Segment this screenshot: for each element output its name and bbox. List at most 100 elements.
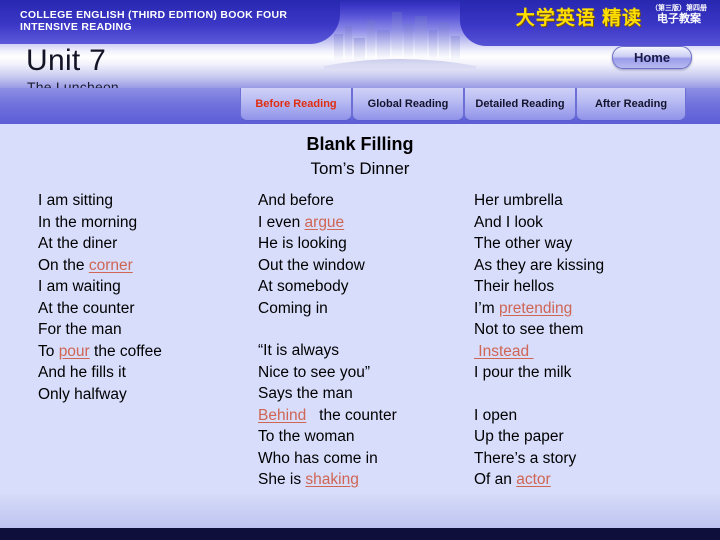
filled-blank: pretending <box>498 299 573 317</box>
poem-text: Of an <box>474 471 517 488</box>
home-button[interactable]: Home <box>612 46 692 69</box>
poem-text: For the man <box>38 321 122 338</box>
chinese-series-title: 大学英语 精读 <box>515 8 642 29</box>
filled-blank: Instead <box>474 342 534 360</box>
tab-detailed-reading[interactable]: Detailed Reading <box>464 88 576 121</box>
poem-text: And he fills it <box>38 364 126 381</box>
poem-line: At somebody <box>258 276 397 298</box>
poem-text: In the morning <box>38 213 138 231</box>
poem-text: Up the paper <box>474 428 564 445</box>
course-title-line2: INTENSIVE READING <box>20 21 132 33</box>
poem-text: At somebody <box>258 278 349 295</box>
poem-line: She is shaking <box>258 469 397 491</box>
poem-line: Out the window <box>258 255 397 277</box>
poem-text: I even <box>258 213 305 231</box>
poem-line: I pour the milk <box>474 362 604 384</box>
poem-line: There’s a story <box>474 448 604 470</box>
poem-line: He is looking <box>258 233 397 255</box>
poem-text: Her umbrella <box>474 192 563 209</box>
poem-line: Nice to see you” <box>258 362 397 384</box>
poem-text: I open <box>474 406 518 424</box>
poem-text <box>133 257 137 274</box>
slide: COLLEGE ENGLISH (THIRD EDITION) BOOK FOU… <box>0 0 720 540</box>
poem-line: Behind the counter <box>258 405 397 427</box>
poem-column-2: And before I even argue He is looking Out … <box>258 190 397 491</box>
stanza-gap <box>258 319 397 340</box>
poem-line: As they are kissing <box>474 255 604 277</box>
poem-text: I’m <box>474 299 499 317</box>
navigation-tabs: Before Reading Global Reading Detailed Rea… <box>0 88 720 124</box>
filled-blank: shaking <box>305 471 359 488</box>
chinese-etext-label: 电子教案 <box>657 13 701 25</box>
footer-bar <box>0 528 720 540</box>
poem-line: I even argue <box>258 212 397 234</box>
poem-line: To pour the coffee <box>38 341 162 363</box>
poem-text: On the <box>38 256 89 274</box>
content-area: Blank Filling Tom’s Dinner I am sitting I… <box>0 124 720 508</box>
poem-text <box>551 471 555 488</box>
poem-line: “It is always <box>258 340 397 362</box>
poem-text: Out the window <box>258 256 365 274</box>
poem-text: Says the man <box>258 385 353 402</box>
poem-line: I am sitting <box>38 190 162 212</box>
poem-column-1: I am sitting In the morning At the diner On… <box>38 190 162 405</box>
poem-text: To the woman <box>258 428 355 445</box>
poem-text: Their hellos <box>474 278 555 295</box>
tab-after-reading[interactable]: After Reading <box>576 88 686 121</box>
poem-text: I am waiting <box>38 278 121 295</box>
poem-line: Of an actor <box>474 469 604 491</box>
course-title-line1: COLLEGE ENGLISH (THIRD EDITION) BOOK FOU… <box>20 9 288 21</box>
chinese-series-subtitle: （第三版）第四册 电子教案 <box>644 4 714 25</box>
poem-line: Their hellos <box>474 276 604 298</box>
poem-text: the counter <box>306 406 397 424</box>
poem-column-3: Her umbrella And I look The other way As th… <box>474 190 604 491</box>
poem-line: And I look <box>474 212 604 234</box>
poem-line: For the man <box>38 319 162 341</box>
poem-text: At the counter <box>38 299 135 317</box>
poem-line: Her umbrella <box>474 190 604 212</box>
filled-blank: corner <box>88 256 133 274</box>
poem-line: Only halfway <box>38 384 162 406</box>
page-subtitle: Tom’s Dinner <box>310 159 410 178</box>
poem-text: The other way <box>474 235 573 252</box>
city-skyline-image <box>324 12 476 72</box>
poem-text: She is <box>258 471 306 488</box>
poem-text: Coming in <box>258 299 328 317</box>
poem-line: To the woman <box>258 426 397 448</box>
poem-text: Nice to see you” <box>258 363 370 381</box>
poem-text: And before <box>258 192 334 209</box>
poem-line: At the diner <box>38 233 162 255</box>
poem-text: Who has come in <box>258 449 378 467</box>
header: COLLEGE ENGLISH (THIRD EDITION) BOOK FOU… <box>0 0 720 92</box>
poem-text: I pour the milk <box>474 364 572 381</box>
poem-line: In the morning <box>38 212 162 234</box>
poem-line: The other way <box>474 233 604 255</box>
poem-line: And before <box>258 190 397 212</box>
page-title: Blank Filling <box>306 134 414 154</box>
tab-global-reading[interactable]: Global Reading <box>352 88 464 121</box>
poem-text: the coffee <box>89 342 162 360</box>
poem-line: Coming in <box>258 298 397 320</box>
poem-line: Says the man <box>258 383 397 405</box>
poem-line: At the counter <box>38 298 162 320</box>
poem-line: And he fills it <box>38 362 162 384</box>
poem-text: Not to see them <box>474 321 584 338</box>
poem-text: He is looking <box>258 235 347 252</box>
poem-text: At the diner <box>38 235 118 252</box>
poem-line: I am waiting <box>38 276 162 298</box>
poem-text: I am sitting <box>38 192 113 209</box>
filled-blank: actor <box>516 471 551 488</box>
poem-line: I’m pretending <box>474 298 604 320</box>
poem-line: On the corner <box>38 255 162 277</box>
poem-text: Only halfway <box>38 385 127 403</box>
unit-title: Unit 7 <box>26 44 107 77</box>
tab-before-reading[interactable]: Before Reading <box>240 88 352 121</box>
poem-text: To <box>38 342 59 360</box>
filled-blank: pour <box>58 342 90 360</box>
chinese-edition-label: （第三版）第四册 <box>651 5 707 12</box>
poem-line: Instead <box>474 341 604 363</box>
filled-blank: argue <box>304 213 345 231</box>
stanza-gap <box>474 384 604 405</box>
poem-line: I open <box>474 405 604 427</box>
poem-line: Not to see them <box>474 319 604 341</box>
